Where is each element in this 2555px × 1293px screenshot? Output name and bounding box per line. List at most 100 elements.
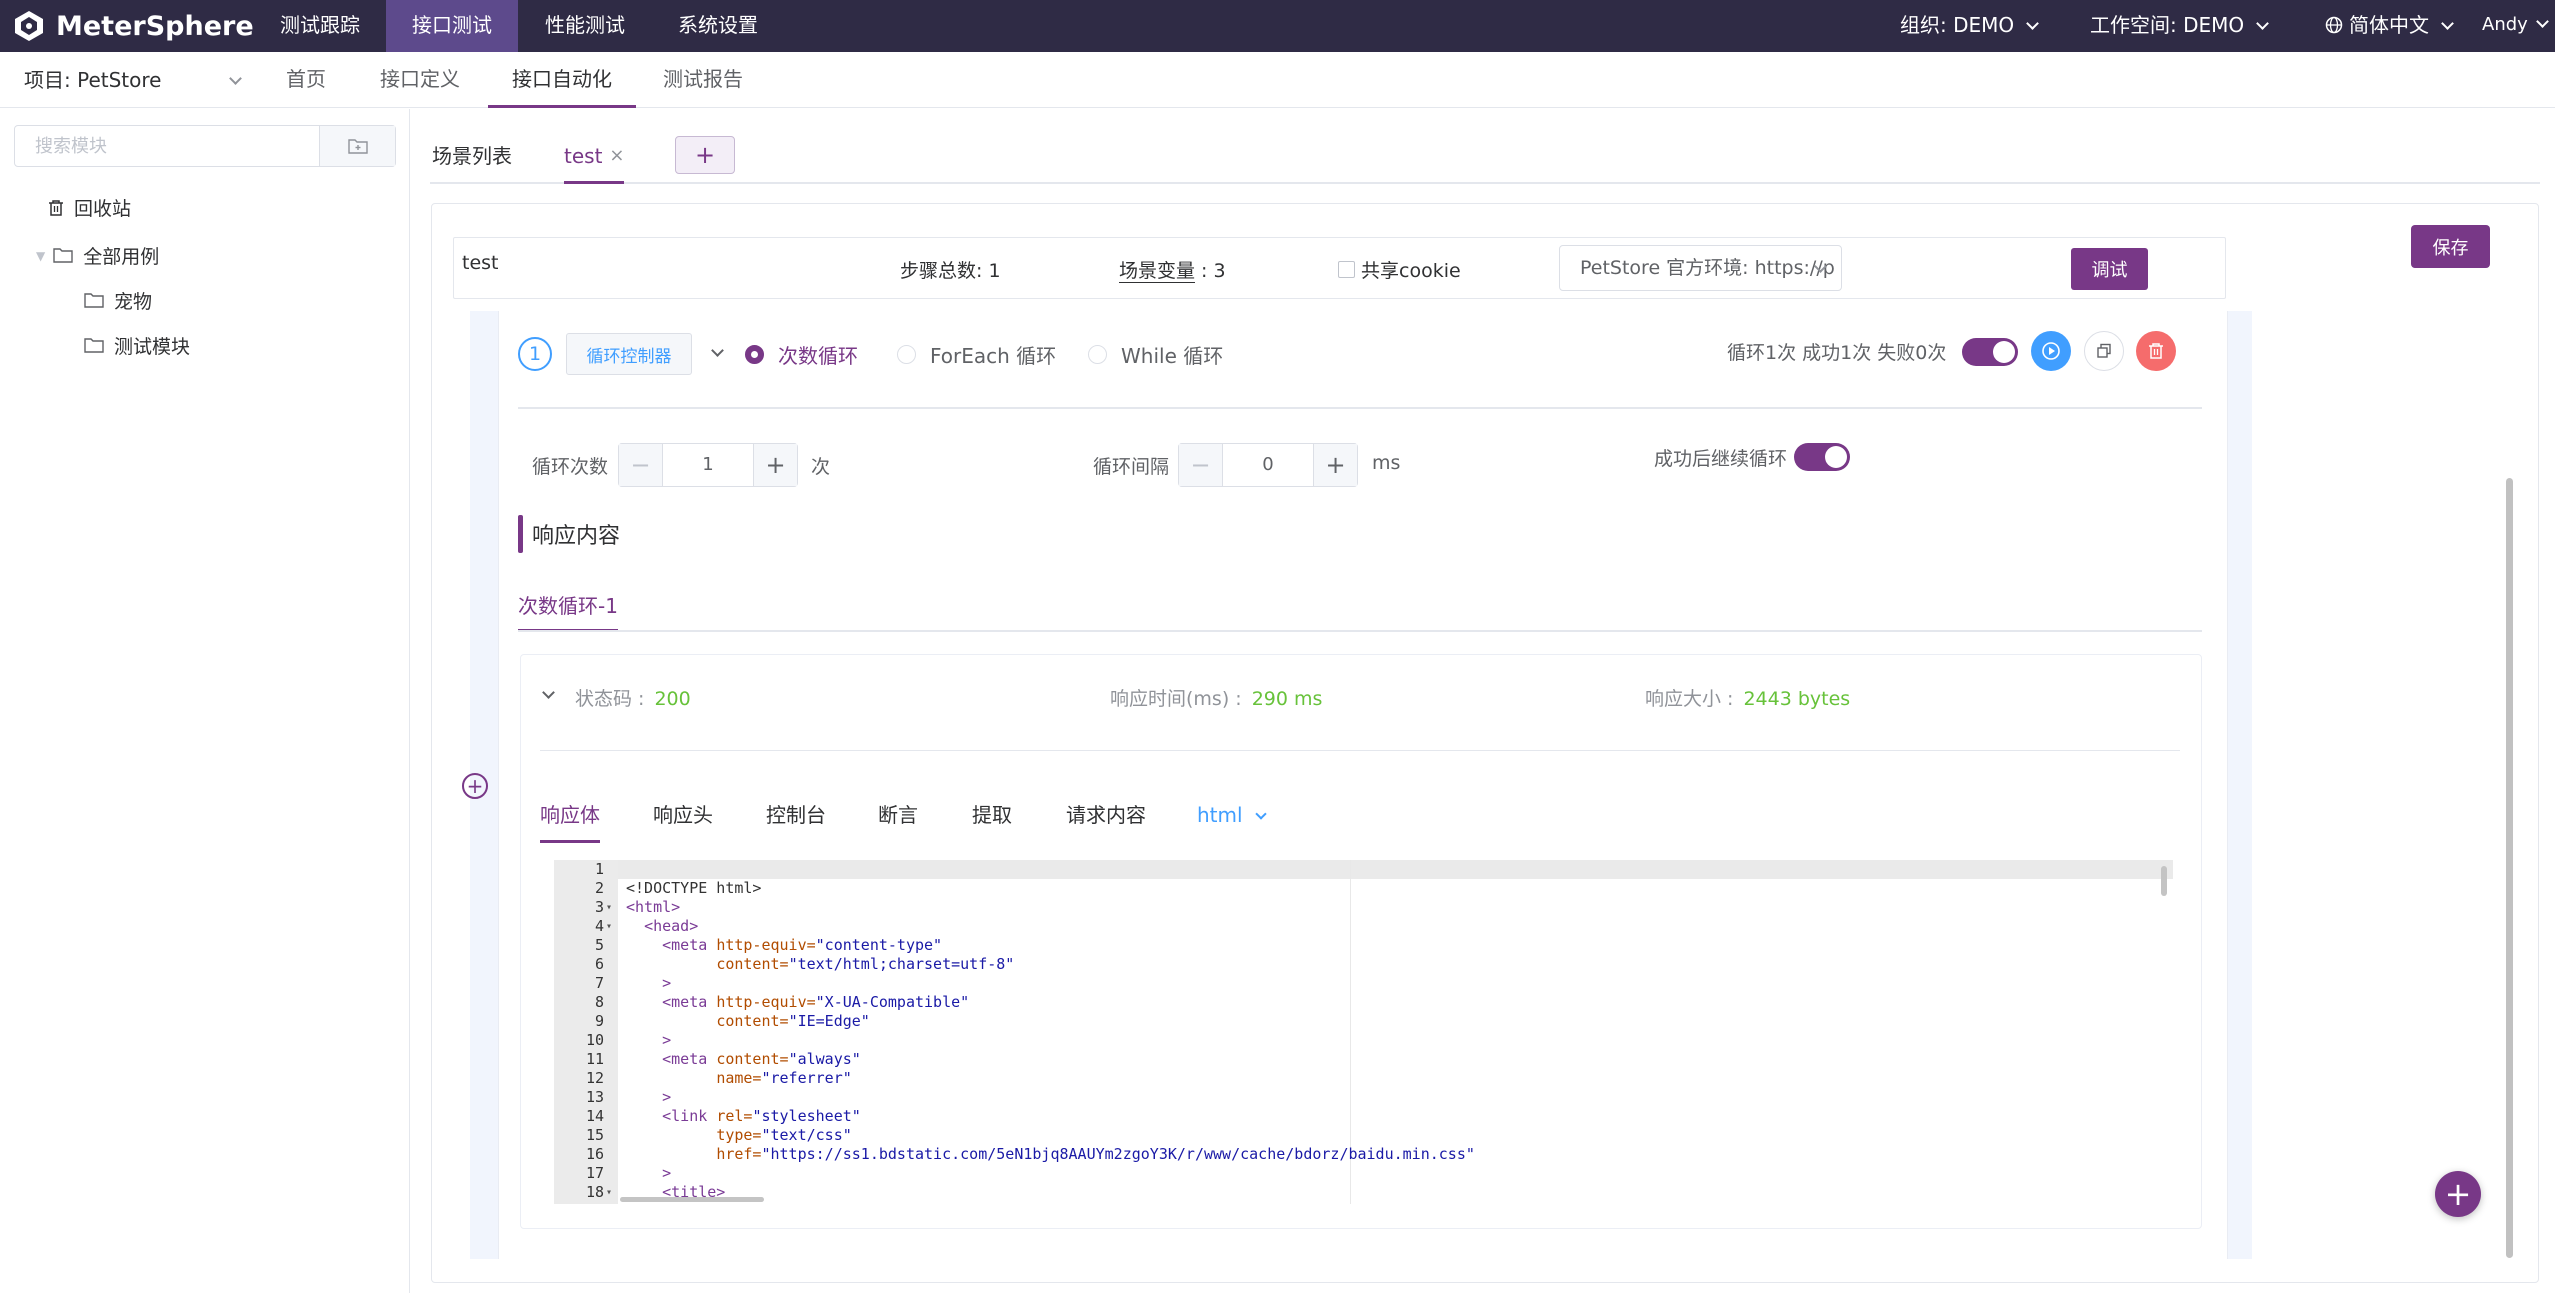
- radio-dot[interactable]: [745, 345, 764, 364]
- close-icon[interactable]: ×: [609, 126, 624, 186]
- language-selector[interactable]: 简体中文: [2325, 0, 2454, 52]
- checkbox-box[interactable]: [1338, 261, 1355, 278]
- response-section-title: 响应内容: [532, 524, 621, 549]
- fold-toggle-icon[interactable]: ▾: [606, 917, 612, 936]
- tab-loop-iteration[interactable]: 次数循环-1: [518, 580, 618, 632]
- copy-step-button[interactable]: [2084, 331, 2124, 371]
- tree-item-recycle-bin[interactable]: 回收站: [48, 194, 131, 221]
- tab-assertions[interactable]: 断言: [878, 795, 918, 843]
- line-code: >: [662, 974, 672, 992]
- editor-vertical-scrollbar[interactable]: [2161, 866, 2167, 896]
- radio-foreach-loop[interactable]: ForEach 循环: [897, 340, 1056, 369]
- save-button[interactable]: 保存: [2411, 225, 2490, 268]
- subnav-home[interactable]: 首页: [286, 52, 326, 108]
- nav-test-track[interactable]: 测试跟踪: [254, 0, 386, 52]
- tree-item-test-module[interactable]: 测试模块: [84, 332, 190, 359]
- increment-button[interactable]: +: [753, 444, 797, 486]
- increment-button[interactable]: +: [1313, 444, 1357, 486]
- scenario-name[interactable]: test: [462, 252, 499, 274]
- tab-scenario-list[interactable]: 场景列表: [432, 126, 512, 184]
- user-menu[interactable]: Andy: [2482, 0, 2549, 52]
- folder-icon: [84, 338, 104, 353]
- line-number: 12: [585, 1069, 604, 1087]
- response-size-label: 响应大小 :: [1645, 688, 1734, 710]
- loop-interval-stepper[interactable]: − 0 +: [1178, 443, 1358, 487]
- line-number: 3: [594, 898, 604, 916]
- environment-select[interactable]: PetStore 官方环境: https://p: [1559, 245, 1842, 291]
- plus-icon: +: [466, 774, 484, 798]
- line-number: 14: [585, 1107, 604, 1125]
- loop-count-stepper[interactable]: − 1 +: [618, 443, 798, 487]
- nav-api-test[interactable]: 接口测试: [386, 0, 518, 52]
- response-time: 响应时间(ms) : 290 ms: [1110, 684, 1322, 711]
- response-size-value: 2443 bytes: [1743, 688, 1851, 710]
- add-scenario-step-fab[interactable]: +: [2435, 1171, 2481, 1217]
- line-number: 2: [594, 879, 604, 897]
- caret-down-icon[interactable]: ▼: [36, 249, 45, 263]
- add-folder-button[interactable]: [319, 126, 395, 166]
- page-scrollbar[interactable]: [2506, 478, 2513, 1258]
- folder-add-icon: [347, 139, 368, 154]
- tab-test[interactable]: test ×: [564, 126, 625, 186]
- tab-request-content[interactable]: 请求内容: [1066, 795, 1146, 843]
- add-step-button[interactable]: +: [462, 773, 488, 799]
- tree-item-pet[interactable]: 宠物: [84, 287, 152, 314]
- project-label: 项目: PetStore: [24, 68, 162, 92]
- loop-interval-value[interactable]: 0: [1223, 444, 1313, 486]
- nav-system-settings[interactable]: 系统设置: [652, 0, 784, 52]
- scenario-tabs: 场景列表 test ×: [430, 126, 2540, 184]
- chevron-down-icon: [1254, 808, 1267, 820]
- active-line-highlight: [618, 860, 2173, 879]
- response-body-editor[interactable]: 1 2 <!DOCTYPE html> 3 ▾ <html> 4 ▾ <head> 5 <met…: [554, 860, 2173, 1204]
- status-code-value: 200: [654, 688, 691, 710]
- workspace-selector[interactable]: 工作空间: DEMO: [2090, 0, 2270, 52]
- tab-response-headers[interactable]: 响应头: [653, 795, 713, 843]
- fold-toggle-icon[interactable]: ▾: [606, 898, 612, 917]
- nav-performance-test[interactable]: 性能测试: [519, 0, 651, 52]
- step-enable-switch[interactable]: [1962, 338, 2018, 366]
- tab-response-body[interactable]: 响应体: [540, 795, 600, 843]
- line-number: 11: [585, 1050, 604, 1068]
- run-step-button[interactable]: [2031, 331, 2071, 371]
- radio-dot[interactable]: [1088, 345, 1107, 364]
- continue-on-success-switch[interactable]: [1794, 443, 1850, 471]
- org-selector[interactable]: 组织: DEMO: [1900, 0, 2040, 52]
- radio-dot[interactable]: [897, 345, 916, 364]
- delete-step-button[interactable]: [2136, 331, 2176, 371]
- decrement-button[interactable]: −: [619, 444, 663, 486]
- line-code: <!DOCTYPE html>: [626, 879, 762, 897]
- share-cookie-checkbox[interactable]: 共享cookie: [1338, 256, 1461, 283]
- plus-icon: +: [694, 141, 716, 169]
- subnav-api-automation[interactable]: 接口自动化: [488, 52, 636, 108]
- format-select[interactable]: html: [1197, 795, 1267, 843]
- tree-item-all-cases[interactable]: ▼ 全部用例: [36, 242, 159, 269]
- tree-label: 测试模块: [114, 336, 191, 358]
- line-number: 17: [585, 1164, 604, 1182]
- fold-toggle-icon[interactable]: ▾: [606, 1183, 612, 1202]
- editor-horizontal-scrollbar[interactable]: [620, 1197, 764, 1202]
- loop-count-value[interactable]: 1: [663, 444, 753, 486]
- module-sidebar: [0, 109, 410, 1293]
- environment-value: PetStore 官方环境: https://p: [1580, 257, 1835, 279]
- vars-label: 场景变量: [1119, 260, 1196, 283]
- loop-interval-label: 循环间隔: [1093, 456, 1170, 478]
- debug-button[interactable]: 调试: [2071, 248, 2148, 290]
- vars-separator: :: [1195, 260, 1214, 282]
- line-code: >: [662, 1088, 672, 1106]
- tab-console[interactable]: 控制台: [766, 795, 826, 843]
- line-code: >: [662, 1031, 672, 1049]
- subnav-api-definition[interactable]: 接口定义: [380, 52, 460, 108]
- project-selector[interactable]: 项目: PetStore: [24, 52, 243, 108]
- section-accent: [518, 515, 523, 553]
- radio-while-loop[interactable]: While 循环: [1088, 340, 1223, 369]
- scenario-variables[interactable]: 场景变量 : 3: [1119, 256, 1226, 283]
- search-input[interactable]: [15, 126, 319, 166]
- response-size: 响应大小 : 2443 bytes: [1645, 684, 1850, 711]
- decrement-button[interactable]: −: [1179, 444, 1223, 486]
- radio-count-loop[interactable]: 次数循环: [745, 340, 858, 369]
- app-logo[interactable]: MeterSphere: [12, 9, 254, 43]
- add-tab-button[interactable]: +: [675, 136, 735, 174]
- tab-extract[interactable]: 提取: [972, 795, 1012, 843]
- tree-label: 宠物: [114, 291, 153, 313]
- subnav-test-report[interactable]: 测试报告: [663, 52, 743, 108]
